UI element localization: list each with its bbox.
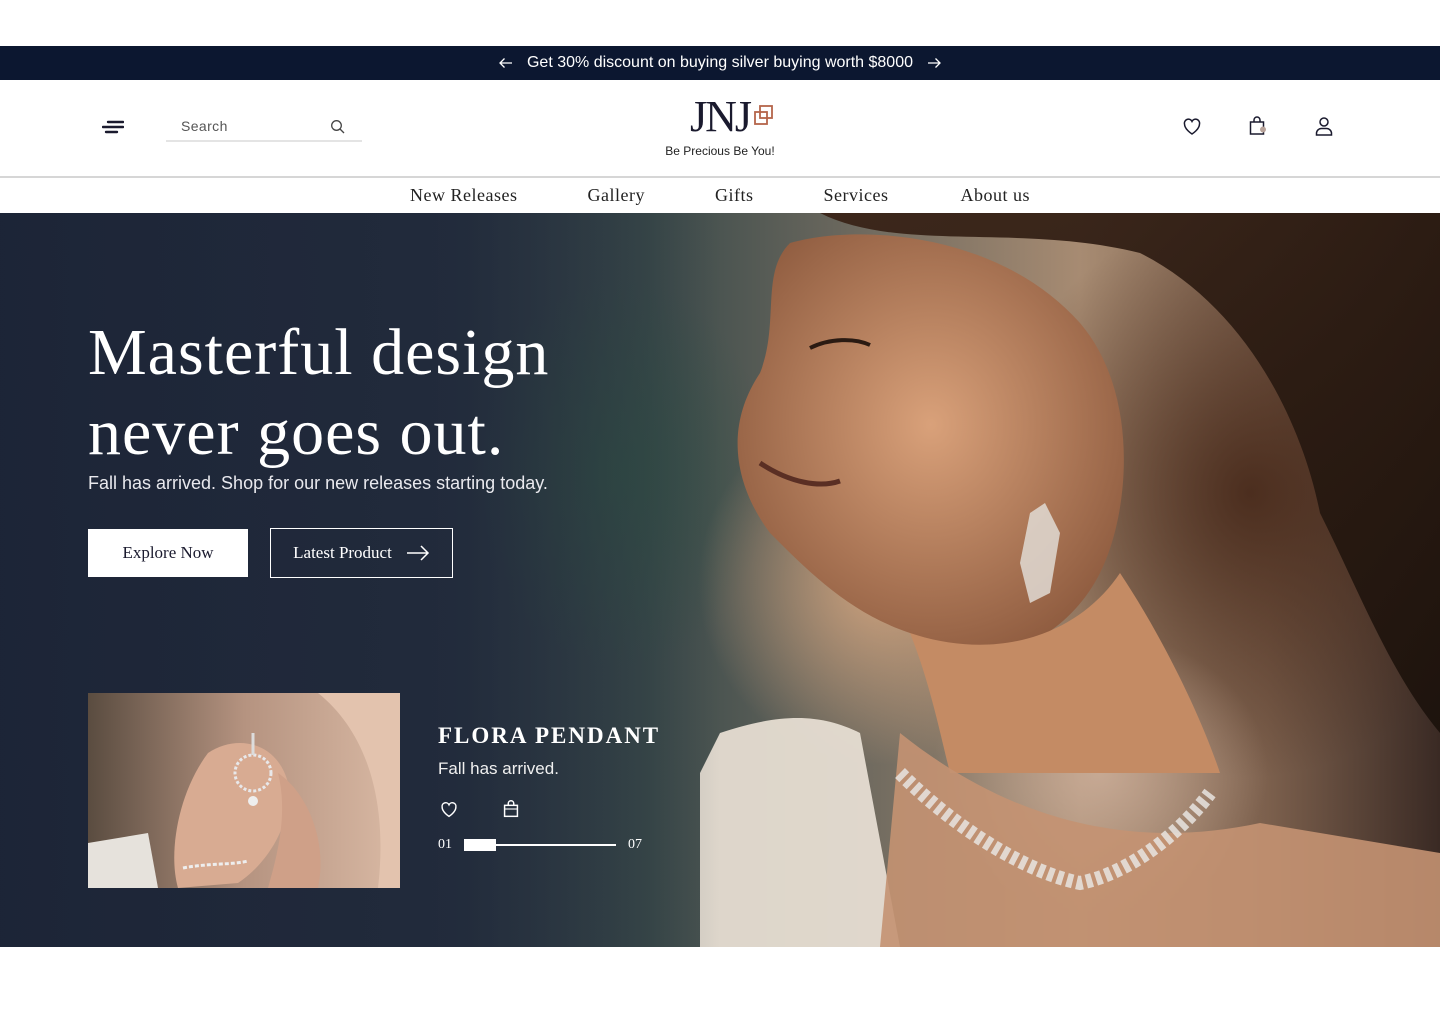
hero-title-line-2: never goes out. xyxy=(88,396,505,469)
hero-title: Masterful design never goes out. xyxy=(88,313,549,473)
user-icon[interactable] xyxy=(1312,114,1336,138)
product-slider: 01 07 xyxy=(438,837,642,853)
nav-item-gallery[interactable]: Gallery xyxy=(587,185,644,206)
promo-banner: Get 30% discount on buying silver buying… xyxy=(0,46,1440,80)
featured-product-description: Fall has arrived. xyxy=(438,759,559,778)
logo-squares-icon xyxy=(754,105,773,125)
top-spacer xyxy=(0,0,1440,46)
arrow-right-icon xyxy=(406,545,429,561)
slide-total: 07 xyxy=(628,837,642,852)
featured-product-actions xyxy=(438,798,522,820)
latest-product-label: Latest Product xyxy=(293,543,392,562)
search-input[interactable] xyxy=(166,117,333,135)
slider-progress-fill xyxy=(464,839,496,851)
featured-product-name: FLORA PENDANT xyxy=(438,723,661,748)
slider-progress-track[interactable] xyxy=(464,838,616,852)
site-header: JNJ Be Precious Be You! xyxy=(0,80,1440,177)
heart-icon[interactable] xyxy=(1180,114,1204,138)
explore-now-button[interactable]: Explore Now xyxy=(88,529,248,577)
hero-title-line-1: Masterful design xyxy=(88,316,550,389)
nav-item-gifts[interactable]: Gifts xyxy=(715,185,754,206)
hero-subtitle: Fall has arrived. Shop for our new relea… xyxy=(88,473,548,493)
nav-item-about-us[interactable]: About us xyxy=(960,185,1030,206)
heart-icon[interactable] xyxy=(438,798,460,820)
latest-product-button[interactable]: Latest Product xyxy=(270,528,453,578)
search-icon[interactable] xyxy=(330,119,346,135)
menu-icon[interactable] xyxy=(101,118,125,136)
promo-text: Get 30% discount on buying silver buying… xyxy=(526,54,913,71)
bag-icon[interactable] xyxy=(1246,114,1270,138)
featured-product-image[interactable] xyxy=(88,693,400,888)
brand-tagline: Be Precious Be You! xyxy=(665,144,775,158)
nav-item-new-releases[interactable]: New Releases xyxy=(410,185,517,206)
hero-banner: Masterful design never goes out. Fall ha… xyxy=(0,213,1440,947)
slide-current: 01 xyxy=(438,837,452,852)
search-bar xyxy=(166,112,362,142)
arrow-right-icon[interactable] xyxy=(927,56,941,70)
bag-icon[interactable] xyxy=(500,798,522,820)
nav-item-services[interactable]: Services xyxy=(823,185,888,206)
main-navigation: New Releases Gallery Gifts Services Abou… xyxy=(0,177,1440,213)
header-actions xyxy=(1180,114,1336,138)
arrow-left-icon[interactable] xyxy=(499,56,513,70)
hero-model-image xyxy=(700,213,1440,947)
brand-logo[interactable]: JNJ Be Precious Be You! xyxy=(660,94,780,159)
